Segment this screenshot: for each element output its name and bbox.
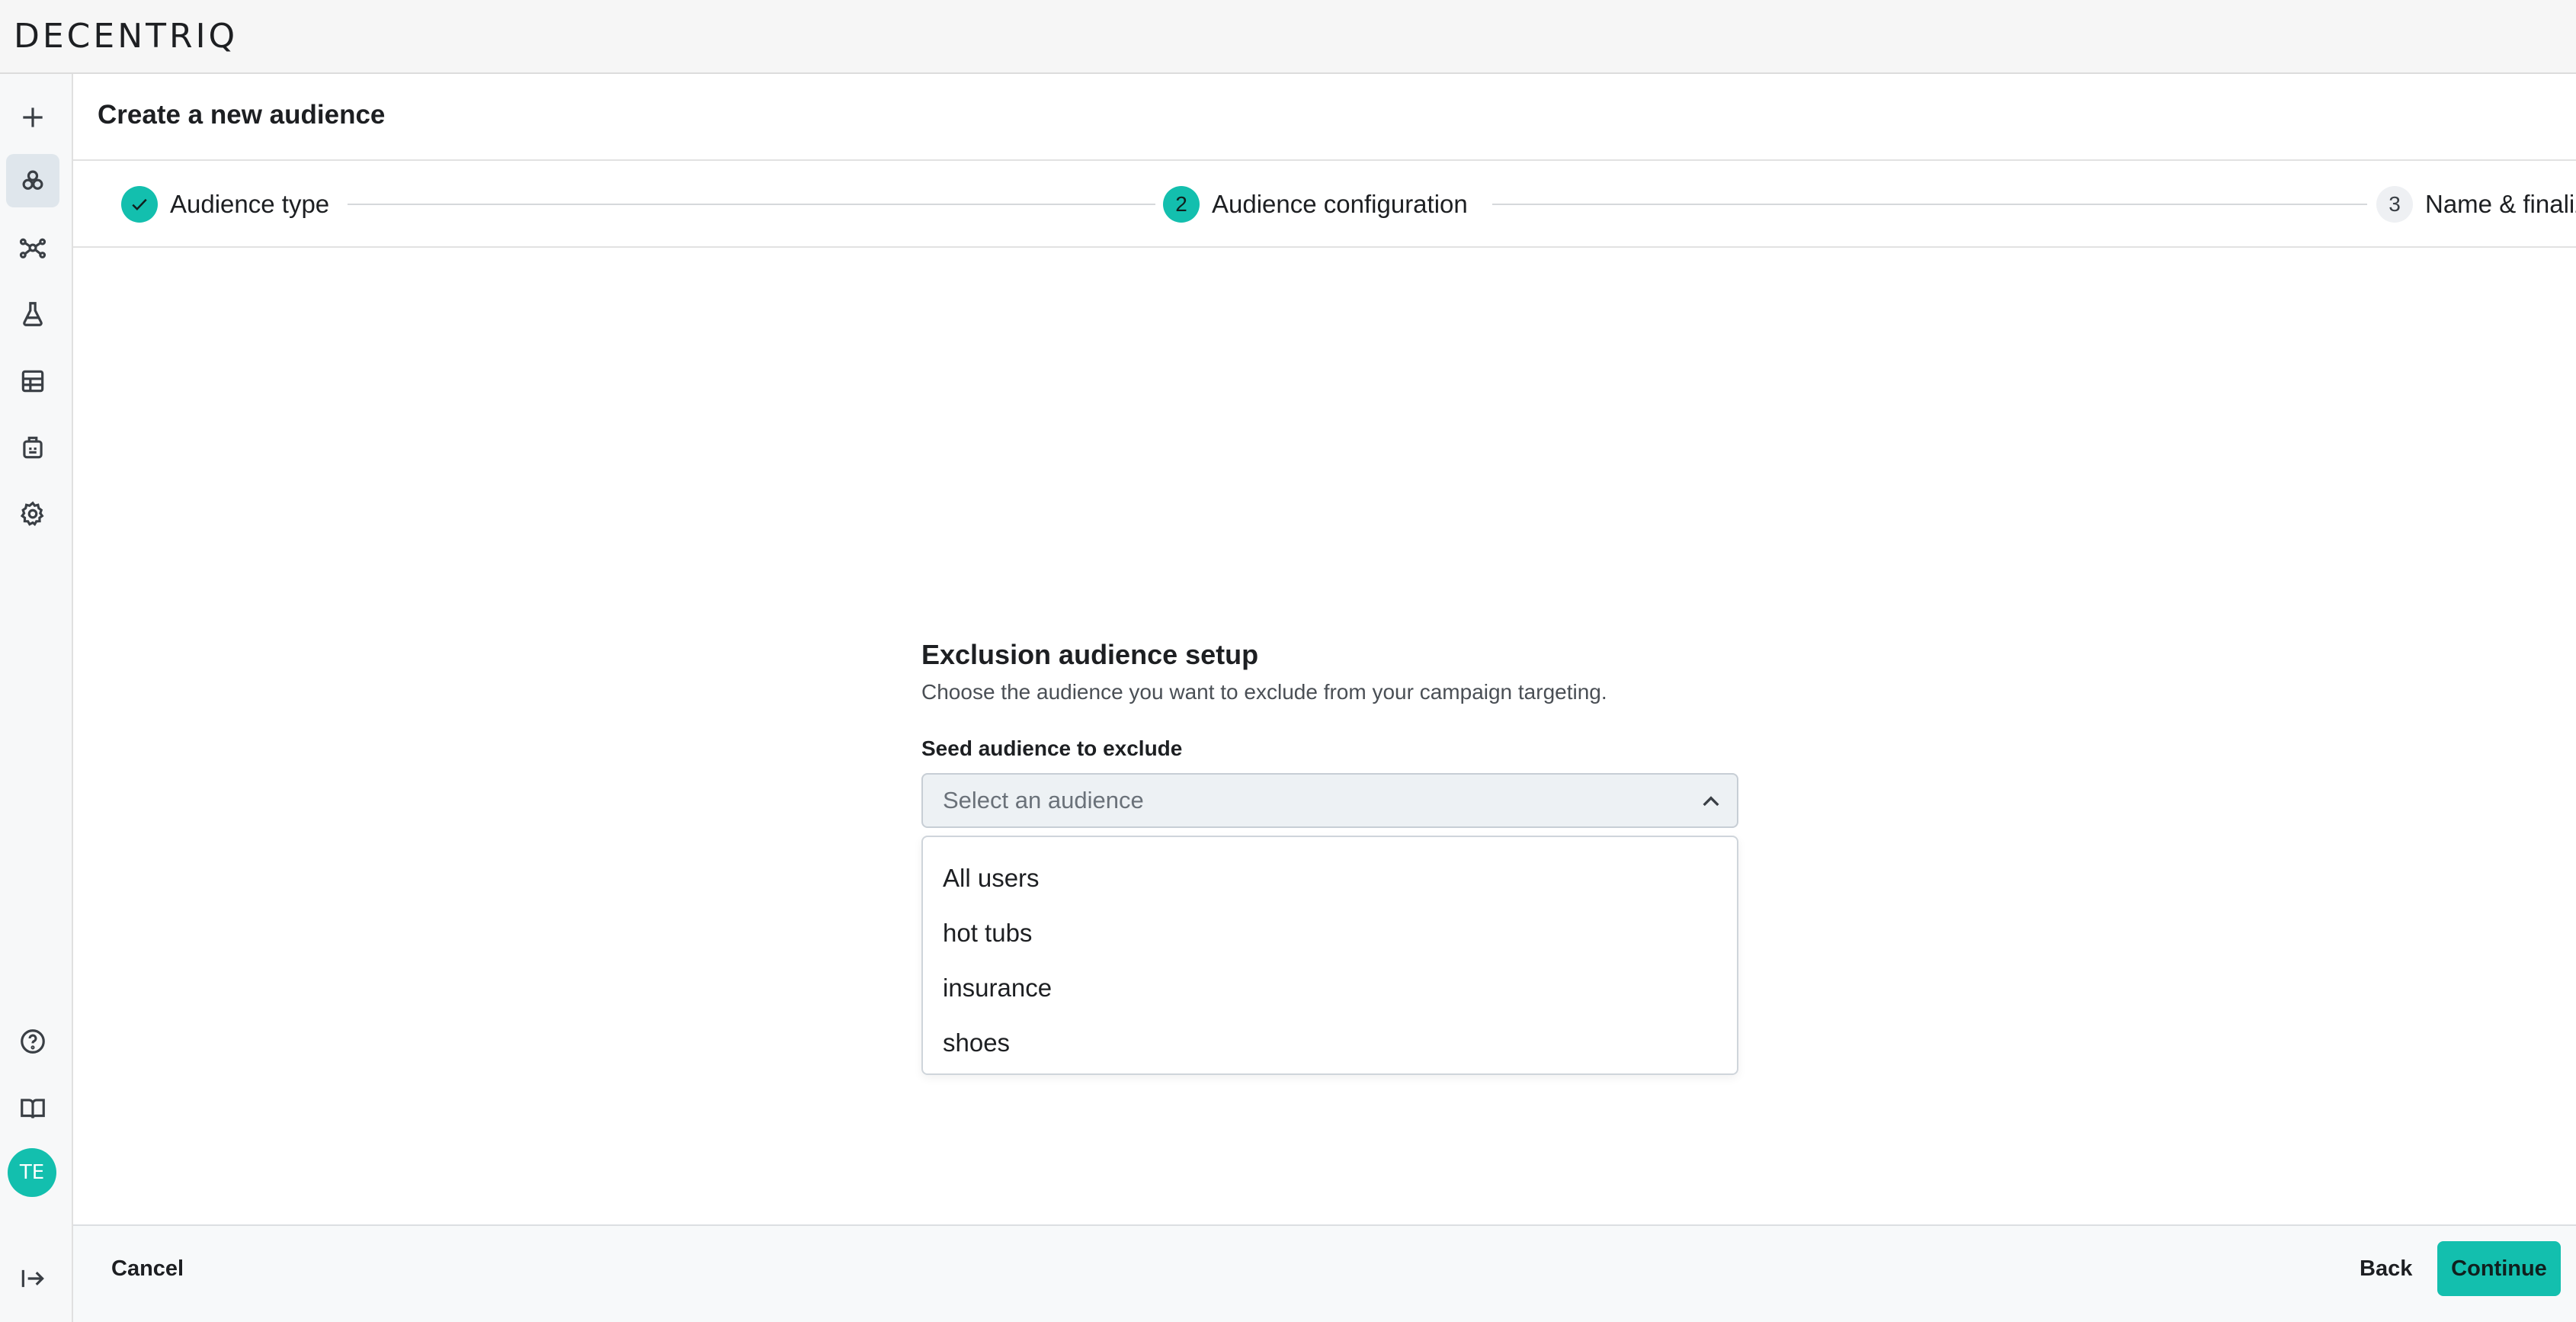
plus-icon [23, 107, 43, 127]
sidebar-item-lab[interactable] [6, 287, 59, 341]
flask-icon [23, 302, 43, 326]
section-description: Choose the audience you want to exclude … [921, 680, 1607, 704]
sidebar-item-settings[interactable] [6, 487, 59, 541]
sidebar-item-network[interactable] [6, 221, 59, 274]
new-button[interactable] [6, 91, 59, 144]
collapse-sidebar-icon [21, 1269, 44, 1288]
step-connector [1492, 204, 2367, 205]
dropdown-option[interactable]: insurance [923, 961, 1737, 1016]
help-icon [21, 1029, 45, 1054]
footer-bar: Cancel Back Continue [73, 1224, 2576, 1322]
check-icon [121, 186, 158, 223]
field-label: Seed audience to exclude [921, 736, 1183, 760]
back-button[interactable]: Back [2360, 1256, 2412, 1282]
page-title: Create a new audience [98, 100, 386, 130]
step-audience-configuration: 2 Audience configuration [1163, 185, 1477, 223]
stepper: Audience type 2 Audience configuration 3… [73, 161, 2576, 248]
step-label: Audience configuration [1212, 190, 1468, 218]
sidebar-item-tables[interactable] [6, 355, 59, 408]
app-logo[interactable]: DECENTRIQ [14, 17, 238, 56]
step-name-finalize: 3 Name & finalize [2367, 185, 2576, 223]
step-number: 3 [2376, 186, 2413, 223]
sidebar: TE [0, 74, 73, 1322]
network-icon [19, 238, 46, 258]
sidebar-item-datalab[interactable] [6, 421, 59, 474]
step-label: Audience type [170, 190, 330, 218]
audiences-icon [22, 170, 43, 190]
page-header: Create a new audience [73, 74, 2576, 161]
help-button[interactable] [6, 1015, 59, 1068]
step-connector [348, 204, 1155, 205]
sidebar-item-audiences[interactable] [6, 154, 59, 207]
avatar[interactable]: TE [8, 1148, 56, 1197]
dropdown-option[interactable]: hot tubs [923, 906, 1737, 961]
audience-select[interactable]: Select an audience [921, 773, 1738, 828]
datalab-icon [23, 436, 43, 459]
gear-icon [20, 501, 44, 527]
audience-dropdown-menu: All users hot tubs insurance shoes [921, 836, 1738, 1075]
collapse-sidebar-button[interactable] [6, 1252, 59, 1305]
select-placeholder: Select an audience [943, 787, 1144, 813]
step-number: 2 [1163, 186, 1200, 223]
dropdown-option[interactable]: All users [923, 851, 1737, 906]
book-icon [21, 1099, 45, 1118]
continue-button[interactable]: Continue [2437, 1241, 2561, 1296]
top-bar: DECENTRIQ [0, 0, 2576, 74]
cancel-button[interactable]: Cancel [111, 1256, 184, 1282]
step-label: Name & finalize [2425, 190, 2576, 218]
step-audience-type: Audience type [121, 185, 339, 223]
dropdown-option[interactable]: shoes [923, 1016, 1737, 1070]
exclusion-setup-form: Exclusion audience setup Choose the audi… [921, 639, 1738, 1075]
table-icon [21, 370, 44, 393]
section-title: Exclusion audience setup [921, 639, 1259, 670]
chevron-up-icon[interactable] [1699, 790, 1723, 814]
docs-button[interactable] [6, 1082, 59, 1135]
